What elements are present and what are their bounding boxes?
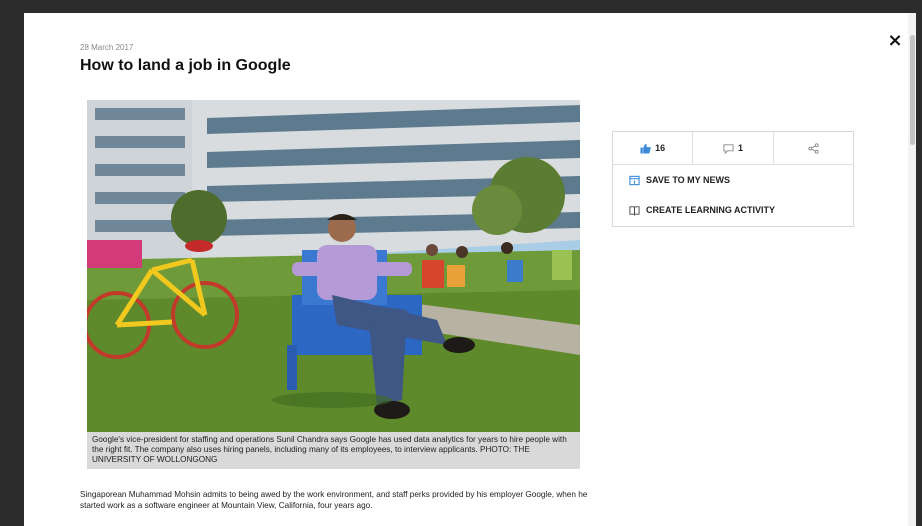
comment-count: 1 (737, 143, 743, 153)
create-learning-activity-label: CREATE LEARNING ACTIVITY (646, 205, 776, 215)
save-to-my-news-label: SAVE TO MY NEWS (646, 175, 731, 185)
article-title: How to land a job in Google (80, 57, 291, 74)
photo-caption: Google's vice-president for staffing and… (87, 432, 580, 469)
save-to-my-news-button[interactable]: SAVE TO MY NEWS (613, 165, 853, 195)
scrollbar-thumb[interactable] (910, 35, 915, 145)
article-date: 28 March 2017 (80, 43, 134, 52)
thumbs-up-icon (640, 143, 651, 154)
bookmark-icon (629, 175, 640, 186)
comment-button[interactable]: 1 (693, 132, 774, 164)
share-icon (808, 142, 819, 154)
like-button[interactable]: 16 (613, 132, 694, 164)
share-button[interactable] (774, 132, 853, 164)
article-modal: × 28 March 2017 How to land a job in Goo… (24, 13, 916, 526)
article-body: Singaporean Muhammad Mohsin admits to be… (80, 490, 588, 510)
like-count: 16 (655, 143, 666, 153)
create-learning-activity-button[interactable]: CREATE LEARNING ACTIVITY (613, 195, 853, 225)
article-photo (87, 100, 580, 432)
comment-icon (723, 143, 734, 154)
scrollbar[interactable] (908, 13, 916, 526)
close-icon[interactable]: × (886, 30, 904, 51)
stats-row: 16 1 (613, 132, 853, 165)
book-icon (629, 205, 640, 216)
article-actions-panel: 16 1 SAVE TO MY NEWS CREATE LEARNING ACT… (612, 131, 854, 227)
